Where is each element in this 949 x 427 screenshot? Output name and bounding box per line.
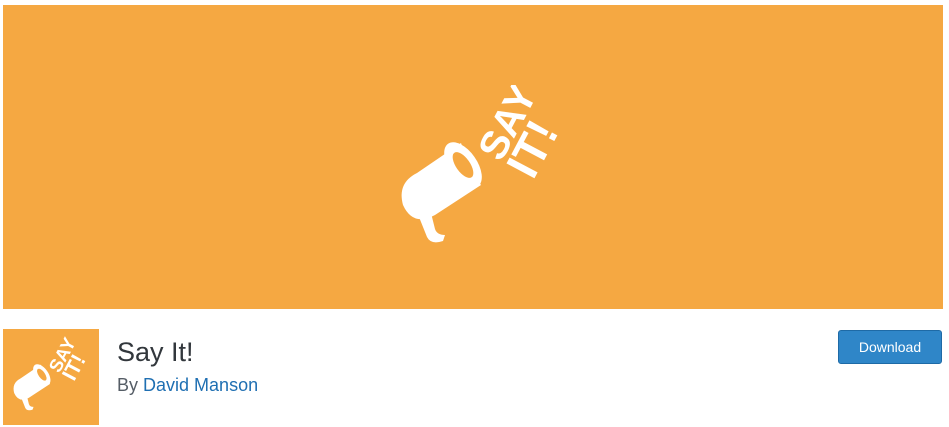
plugin-title: Say It!: [117, 337, 194, 367]
plugin-header: SAY IT! Say It! By David Manson Download: [3, 329, 946, 427]
plugin-author: By David Manson: [117, 375, 258, 396]
author-prefix: By: [117, 375, 139, 395]
plugin-banner: SAY IT!: [3, 5, 943, 309]
author-link[interactable]: David Manson: [143, 375, 258, 395]
megaphone-icon: SAY IT!: [13, 335, 91, 411]
megaphone-icon: [401, 142, 482, 243]
say-it-logo: SAY IT!: [401, 85, 568, 243]
download-button[interactable]: Download: [838, 330, 942, 364]
plugin-icon: SAY IT!: [3, 329, 99, 425]
